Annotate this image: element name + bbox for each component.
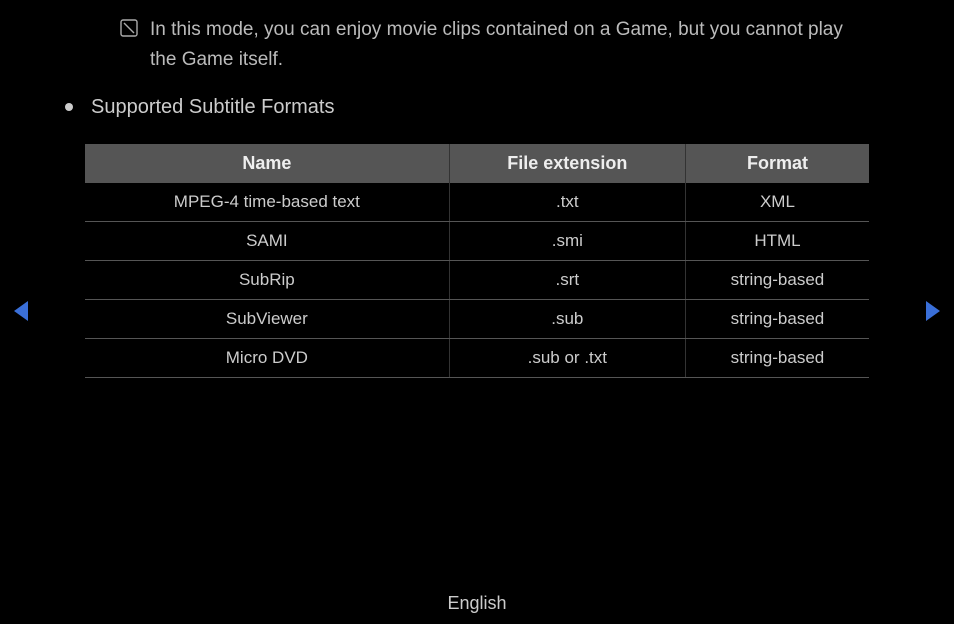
triangle-left-icon bbox=[12, 298, 32, 324]
table-row: SubViewer .sub string-based bbox=[85, 299, 869, 338]
cell-format: string-based bbox=[685, 299, 869, 338]
col-header-name: Name bbox=[85, 144, 449, 183]
footer-language: English bbox=[0, 593, 954, 614]
cell-extension: .txt bbox=[449, 183, 685, 222]
cell-name: SubViewer bbox=[85, 299, 449, 338]
cell-name: SubRip bbox=[85, 260, 449, 299]
nav-next-button[interactable] bbox=[922, 298, 942, 329]
cell-name: MPEG-4 time-based text bbox=[85, 183, 449, 222]
cell-name: SAMI bbox=[85, 221, 449, 260]
note-row: In this mode, you can enjoy movie clips … bbox=[120, 15, 869, 76]
note-icon bbox=[120, 19, 138, 37]
nav-prev-button[interactable] bbox=[12, 298, 32, 329]
cell-format: HTML bbox=[685, 221, 869, 260]
cell-extension: .sub bbox=[449, 299, 685, 338]
table-row: SAMI .smi HTML bbox=[85, 221, 869, 260]
col-header-extension: File extension bbox=[449, 144, 685, 183]
cell-extension: .smi bbox=[449, 221, 685, 260]
subtitle-formats-table: Name File extension Format MPEG-4 time-b… bbox=[85, 144, 869, 378]
col-header-format: Format bbox=[685, 144, 869, 183]
cell-format: string-based bbox=[685, 338, 869, 377]
table-row: Micro DVD .sub or .txt string-based bbox=[85, 338, 869, 377]
bullet-icon bbox=[65, 103, 73, 111]
section-title: Supported Subtitle Formats bbox=[91, 96, 334, 119]
cell-extension: .sub or .txt bbox=[449, 338, 685, 377]
cell-extension: .srt bbox=[449, 260, 685, 299]
cell-format: string-based bbox=[685, 260, 869, 299]
triangle-right-icon bbox=[922, 298, 942, 324]
table-row: MPEG-4 time-based text .txt XML bbox=[85, 183, 869, 222]
table-row: SubRip .srt string-based bbox=[85, 260, 869, 299]
note-text: In this mode, you can enjoy movie clips … bbox=[150, 15, 869, 76]
cell-name: Micro DVD bbox=[85, 338, 449, 377]
cell-format: XML bbox=[685, 183, 869, 222]
section-header: Supported Subtitle Formats bbox=[65, 96, 869, 119]
